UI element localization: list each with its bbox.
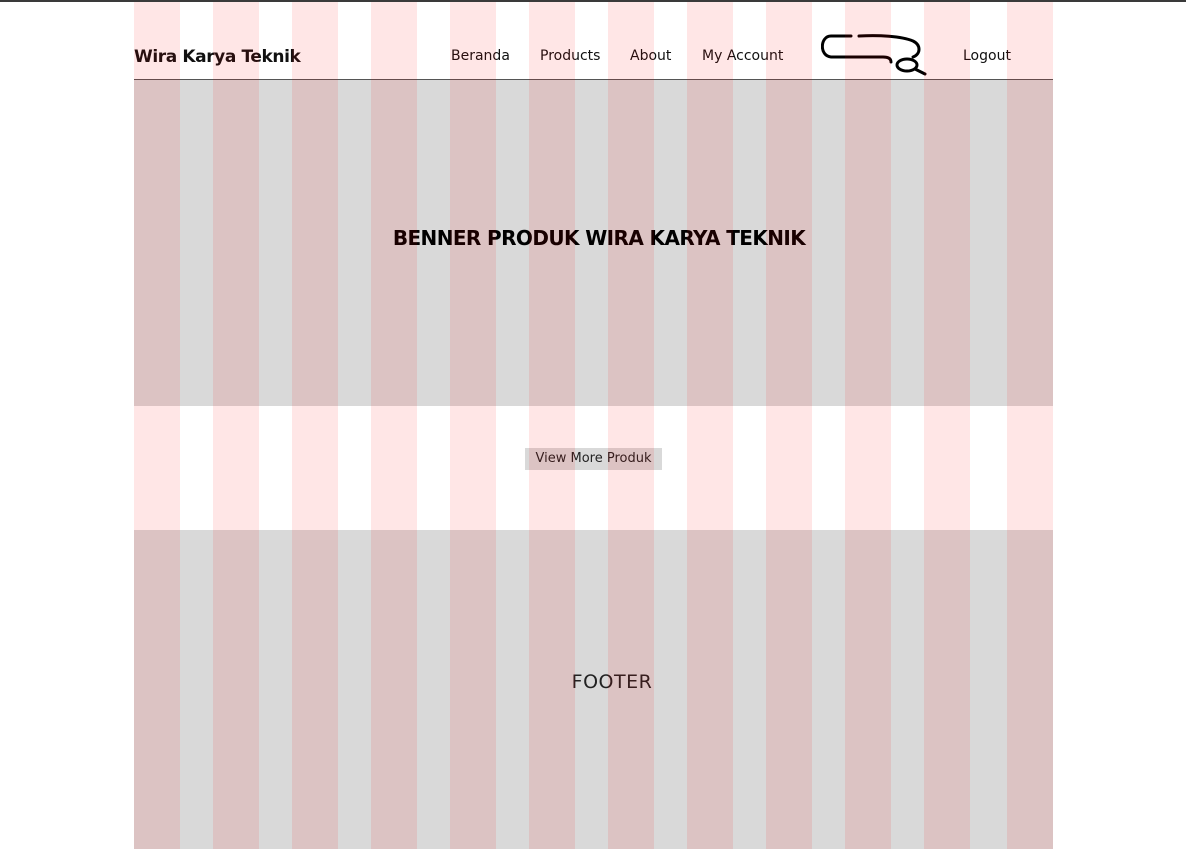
nav-products[interactable]: Products [540,48,600,64]
nav-beranda[interactable]: Beranda [451,48,510,64]
banner-title: BENNER PRODUK WIRA KARYA TEKNIK [392,226,806,250]
search-icon[interactable] [821,32,929,78]
nav-logout[interactable]: Logout [963,48,1011,64]
site-brand[interactable]: Wira Karya Teknik [134,47,301,67]
nav-about[interactable]: About [630,48,671,64]
footer-label: FOOTER [571,671,653,693]
header-divider [134,79,1053,80]
view-more-button[interactable]: View More Produk [525,448,662,470]
nav-my-account[interactable]: My Account [702,48,783,64]
page-frame: Wira Karya Teknik Beranda Products About… [134,2,1053,849]
